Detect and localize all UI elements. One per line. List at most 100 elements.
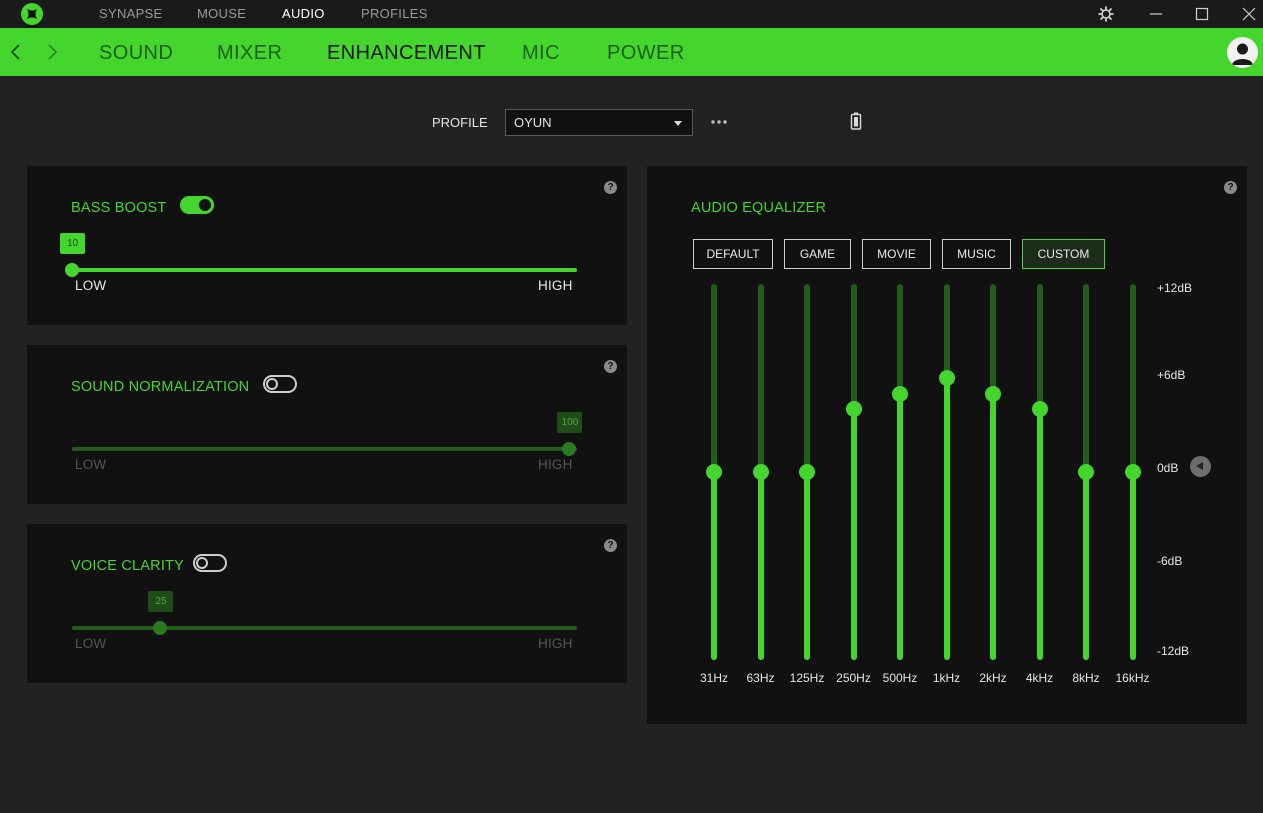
db-label-plus12: +12dB (1157, 281, 1193, 295)
tab-sound[interactable]: SOUND (99, 42, 173, 65)
topnav-profiles[interactable]: PROFILES (361, 6, 428, 21)
slider-thumb[interactable] (65, 263, 79, 277)
bass-boost-value-badge: 10 (60, 233, 85, 254)
eq-band-knob[interactable] (938, 370, 955, 386)
more-dots-icon[interactable] (710, 116, 728, 128)
sub-navigation: SOUND MIXER ENHANCEMENT MIC POWER (0, 28, 1263, 76)
eq-band-8khz[interactable]: 8kHz (1066, 284, 1106, 685)
preset-custom-button[interactable]: CUSTOM (1022, 239, 1105, 269)
db-label-plus6: +6dB (1157, 368, 1186, 382)
db-label-0: 0dB (1157, 461, 1179, 475)
preset-music-button[interactable]: MUSIC (942, 239, 1011, 269)
tab-mic[interactable]: MIC (522, 42, 560, 65)
db-label-minus6: -6dB (1157, 554, 1183, 568)
eq-band-fill (850, 409, 857, 660)
eq-band-4khz[interactable]: 4kHz (1020, 284, 1060, 685)
sound-normalization-panel: ? SOUND NORMALIZATION 100 LOW HIGH (27, 345, 627, 504)
bass-boost-panel: ? BASS BOOST 10 LOW HIGH (27, 166, 627, 325)
sound-normalization-title: SOUND NORMALIZATION (71, 379, 250, 395)
slider-thumb[interactable] (153, 621, 168, 635)
eq-band-knob[interactable] (752, 464, 769, 480)
eq-band-fill (711, 472, 717, 660)
eq-band-fill (1083, 472, 1089, 660)
profile-selected-value: OYUN (514, 115, 552, 130)
eq-band-fill (757, 472, 764, 660)
preset-movie-button[interactable]: MOVIE (862, 239, 931, 269)
user-avatar-icon[interactable] (1227, 37, 1258, 68)
range-high-label: HIGH (538, 457, 573, 472)
toggle-knob (266, 378, 278, 390)
range-high-label: HIGH (538, 278, 573, 293)
topnav-audio[interactable]: AUDIO (282, 6, 325, 21)
tab-enhancement[interactable]: ENHANCEMENT (327, 42, 486, 65)
razer-logo-icon[interactable] (20, 2, 44, 26)
audio-equalizer-title: AUDIO EQUALIZER (691, 200, 827, 216)
help-icon[interactable]: ? (1224, 181, 1237, 194)
bass-boost-toggle[interactable] (180, 196, 214, 214)
voice-clarity-slider[interactable] (72, 621, 577, 635)
chevron-right-icon[interactable] (44, 42, 60, 62)
eq-band-fill (1129, 472, 1136, 660)
eq-band-125hz[interactable]: 125Hz (787, 284, 827, 685)
help-icon[interactable]: ? (604, 360, 617, 373)
title-bar: SYNAPSE MOUSE AUDIO PROFILES (0, 0, 1263, 28)
eq-band-fill (990, 393, 996, 660)
audio-equalizer-panel: ? AUDIO EQUALIZER DEFAULT GAME MOVIE MUS… (647, 166, 1247, 724)
range-high-label: HIGH (538, 636, 573, 651)
eq-band-frequency-label: 16kHz (1115, 671, 1150, 685)
eq-band-16khz[interactable]: 16kHz (1113, 284, 1153, 685)
range-low-label: LOW (75, 636, 107, 651)
eq-band-knob[interactable] (1078, 464, 1094, 480)
maximize-icon[interactable] (1192, 4, 1212, 24)
topnav-mouse[interactable]: MOUSE (197, 6, 246, 21)
range-low-label: LOW (75, 278, 107, 293)
eq-band-31hz[interactable]: 31Hz (694, 284, 734, 685)
tab-power[interactable]: POWER (607, 42, 685, 65)
eq-band-1khz[interactable]: 1kHz (927, 284, 967, 685)
bass-boost-slider[interactable] (65, 263, 577, 277)
db-label-minus12: -12dB (1157, 644, 1190, 658)
help-icon[interactable]: ? (604, 539, 617, 552)
voice-clarity-toggle[interactable] (193, 554, 227, 572)
eq-band-fill (804, 472, 810, 660)
eq-band-knob[interactable] (892, 385, 908, 402)
eq-band-knob[interactable] (1031, 401, 1048, 418)
eq-band-63hz[interactable]: 63Hz (741, 284, 781, 685)
voice-clarity-value-badge: 25 (148, 591, 174, 612)
help-icon[interactable]: ? (604, 181, 617, 194)
sound-normalization-toggle[interactable] (263, 375, 297, 393)
eq-band-knob[interactable] (845, 401, 862, 418)
chevron-left-icon[interactable] (8, 42, 24, 62)
toggle-knob (196, 557, 208, 569)
sound-normalization-slider[interactable] (72, 442, 577, 456)
voice-clarity-title: VOICE CLARITY (71, 558, 184, 574)
eq-band-2khz[interactable]: 2kHz (973, 284, 1013, 685)
eq-band-fill (943, 378, 950, 660)
eq-band-500hz[interactable]: 500Hz (880, 284, 920, 685)
slider-thumb[interactable] (562, 442, 577, 456)
eq-band-knob[interactable] (799, 464, 815, 480)
eq-band-250hz[interactable]: 250Hz (834, 284, 874, 685)
topnav-synapse[interactable]: SYNAPSE (99, 6, 163, 21)
preset-game-button[interactable]: GAME (784, 239, 851, 269)
reset-arrow-icon[interactable] (1190, 456, 1211, 477)
profile-dropdown[interactable]: OYUN (505, 109, 693, 136)
battery-icon[interactable] (850, 112, 862, 130)
eq-band-knob[interactable] (706, 464, 722, 480)
close-icon[interactable] (1239, 4, 1259, 24)
eq-band-knob[interactable] (1124, 464, 1141, 480)
profile-label: PROFILE (432, 115, 488, 130)
preset-default-button[interactable]: DEFAULT (693, 239, 773, 269)
sound-normalization-value-badge: 100 (557, 412, 583, 433)
toggle-knob (199, 199, 211, 211)
slider-fill (72, 447, 570, 451)
tab-mixer[interactable]: MIXER (217, 42, 282, 65)
range-low-label: LOW (75, 457, 107, 472)
eq-band-knob[interactable] (985, 385, 1001, 402)
eq-band-fill (1036, 409, 1043, 660)
voice-clarity-panel: ? VOICE CLARITY 25 LOW HIGH (27, 524, 627, 683)
gear-icon[interactable] (1096, 4, 1116, 24)
chevron-down-icon (674, 121, 682, 126)
slider-fill (72, 626, 161, 630)
minimize-icon[interactable] (1146, 4, 1166, 24)
